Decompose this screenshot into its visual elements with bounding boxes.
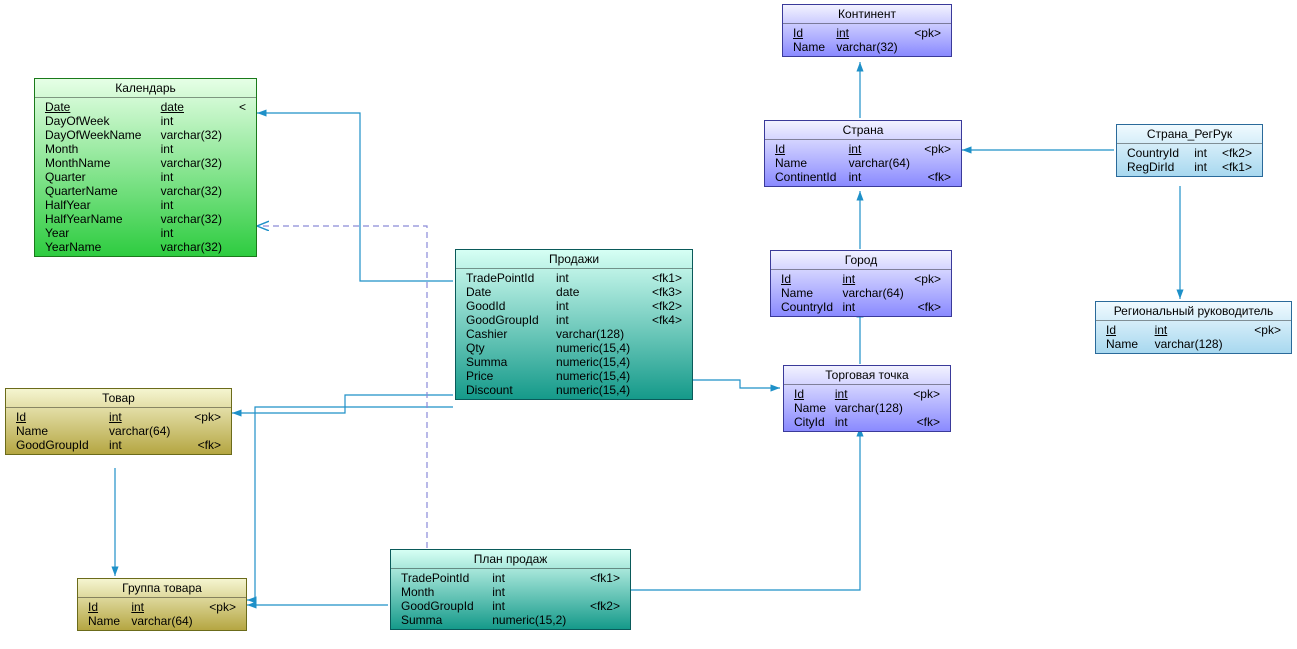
entity-columns: Idint<pk> Namevarchar(64) ContinentIdint… — [771, 142, 955, 184]
entity-columns: Idint<pk> Namevarchar(64) CountryIdint<f… — [777, 272, 945, 314]
entity-continent[interactable]: Континент Idint<pk> Namevarchar(32) — [782, 4, 952, 57]
entity-trade-point[interactable]: Торговая точка Idint<pk> Namevarchar(128… — [783, 365, 951, 432]
entity-columns: Idint<pk> Namevarchar(64) GoodGroupIdint… — [12, 410, 225, 452]
entity-columns: Idint<pk> Namevarchar(128) CityIdint<fk> — [790, 387, 944, 429]
entity-good[interactable]: Товар Idint<pk> Namevarchar(64) GoodGrou… — [5, 388, 232, 455]
entity-title: План продаж — [391, 550, 630, 569]
entity-columns: Datedate< DayOfWeekint DayOfWeekNamevarc… — [41, 100, 250, 254]
entity-title: Страна — [765, 121, 961, 140]
entity-regional-director[interactable]: Региональный руководитель Idint<pk> Name… — [1095, 301, 1292, 354]
entity-columns: Idint<pk> Namevarchar(64) — [84, 600, 240, 628]
entity-columns: Idint<pk> Namevarchar(128) — [1102, 323, 1285, 351]
entity-sales-plan[interactable]: План продаж TradePointIdint<fk1> Monthin… — [390, 549, 631, 630]
entity-title: Группа товара — [78, 579, 246, 598]
entity-city[interactable]: Город Idint<pk> Namevarchar(64) CountryI… — [770, 250, 952, 317]
entity-title: Региональный руководитель — [1096, 302, 1291, 321]
entity-calendar[interactable]: Календарь Datedate< DayOfWeekint DayOfWe… — [34, 78, 257, 257]
entity-columns: TradePointIdint<fk1> Datedate<fk3> GoodI… — [462, 271, 686, 397]
entity-country-regdir[interactable]: Страна_РегРук CountryIdint<fk2> RegDirId… — [1116, 124, 1263, 177]
entity-title: Страна_РегРук — [1117, 125, 1262, 144]
entity-title: Календарь — [35, 79, 256, 98]
diagram-canvas: Календарь Datedate< DayOfWeekint DayOfWe… — [0, 0, 1297, 649]
entity-sales[interactable]: Продажи TradePointIdint<fk1> Datedate<fk… — [455, 249, 693, 400]
entity-columns: TradePointIdint<fk1> Monthint GoodGroupI… — [397, 571, 624, 627]
entity-title: Продажи — [456, 250, 692, 269]
entity-country[interactable]: Страна Idint<pk> Namevarchar(64) Contine… — [764, 120, 962, 187]
entity-columns: CountryIdint<fk2> RegDirIdint<fk1> — [1123, 146, 1256, 174]
entity-title: Товар — [6, 389, 231, 408]
entity-title: Торговая точка — [784, 366, 950, 385]
entity-title: Город — [771, 251, 951, 270]
entity-title: Континент — [783, 5, 951, 24]
entity-good-group[interactable]: Группа товара Idint<pk> Namevarchar(64) — [77, 578, 247, 631]
entity-columns: Idint<pk> Namevarchar(32) — [789, 26, 945, 54]
